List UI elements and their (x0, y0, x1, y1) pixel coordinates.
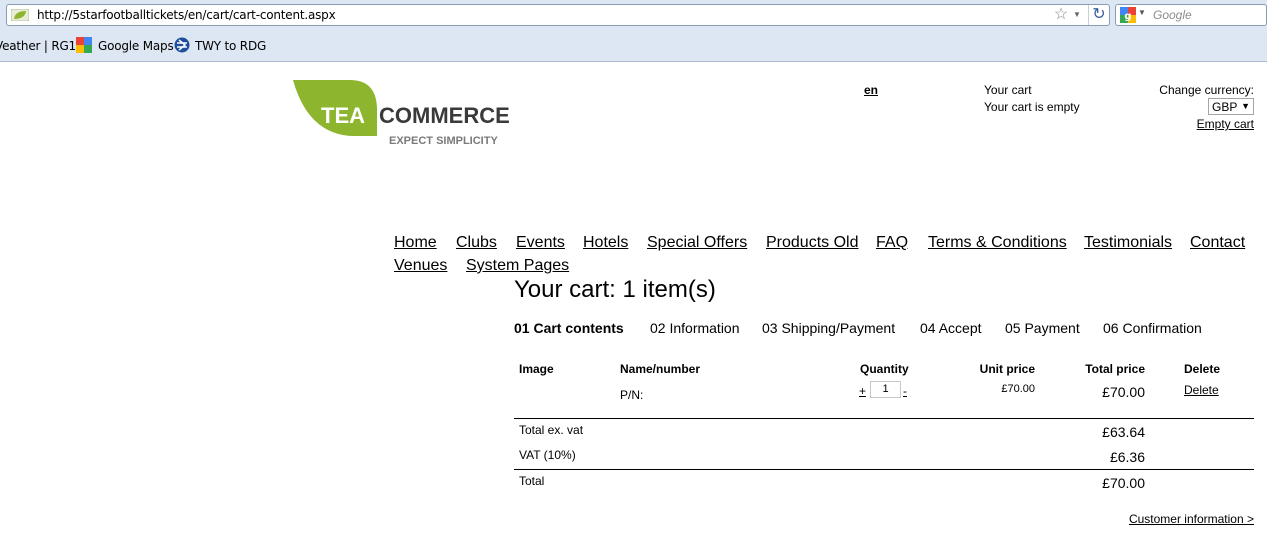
google-search-engine-icon[interactable]: g (1120, 7, 1136, 23)
column-header-image: Image (519, 362, 554, 376)
search-box[interactable]: g ▼ Google (1115, 4, 1267, 26)
customer-information-link[interactable]: Customer information > (1129, 512, 1254, 526)
address-bar[interactable]: http://5starfootballtickets/en/cart/cart… (6, 4, 1110, 26)
nav-clubs[interactable]: Clubs (456, 231, 497, 254)
chevron-down-icon: ▼ (1241, 101, 1250, 111)
part-number-label: P/N: (620, 388, 644, 402)
bookmark-google-maps[interactable]: Google Maps (98, 39, 174, 53)
url-text[interactable]: http://5starfootballtickets/en/cart/cart… (37, 8, 336, 22)
nav-system-pages[interactable]: System Pages (466, 254, 569, 277)
step-information[interactable]: 02 Information (650, 320, 740, 336)
tea-commerce-logo[interactable]: TEA COMMERCE EXPECT SIMPLICITY (292, 80, 514, 150)
currency-label: Change currency: (1159, 83, 1254, 97)
bookmark-star-icon[interactable]: ☆ (1052, 6, 1070, 24)
rail-icon (174, 37, 190, 53)
column-header-unit-price: Unit price (979, 362, 1035, 376)
svg-text:TEA: TEA (321, 103, 365, 128)
currency-select[interactable]: GBP ▼ (1208, 98, 1254, 115)
currency-value: GBP (1212, 100, 1238, 114)
grand-total-label: Total (519, 474, 545, 488)
vat-label: VAT (10%) (519, 448, 576, 462)
mini-cart-title: Your cart (984, 83, 1032, 97)
step-payment[interactable]: 05 Payment (1005, 320, 1080, 336)
bookmark-weather[interactable]: Veather | RG10 (0, 39, 84, 53)
column-header-quantity: Quantity (860, 362, 909, 376)
grand-total-value: £70.00 (1102, 475, 1145, 491)
column-header-name: Name/number (620, 362, 701, 376)
nav-contact[interactable]: Contact (1190, 231, 1245, 254)
quantity-input[interactable]: 1 (870, 381, 901, 398)
step-confirmation[interactable]: 06 Confirmation (1103, 320, 1202, 336)
empty-cart-link[interactable]: Empty cart (1197, 117, 1254, 131)
nav-events[interactable]: Events (516, 231, 565, 254)
site-favicon-icon (11, 9, 29, 21)
nav-testimonials[interactable]: Testimonials (1084, 231, 1172, 254)
mini-cart-status: Your cart is empty (984, 100, 1080, 114)
column-header-delete: Delete (1184, 362, 1221, 376)
step-accept[interactable]: 04 Accept (920, 320, 982, 336)
total-price-value: £70.00 (1102, 384, 1145, 400)
total-ex-vat-value: £63.64 (1102, 424, 1145, 440)
column-header-total-price: Total price (1085, 362, 1145, 376)
quantity-increase-button[interactable]: + (859, 384, 866, 398)
bookmark-twy-to-rdg[interactable]: TWY to RDG (195, 39, 266, 53)
svg-text:g: g (1124, 11, 1131, 22)
total-ex-vat-label: Total ex. vat (519, 423, 584, 437)
nav-faq[interactable]: FAQ (876, 231, 908, 254)
google-maps-icon (76, 37, 92, 53)
step-shipping-payment[interactable]: 03 Shipping/Payment (762, 320, 895, 336)
vat-value: £6.36 (1109, 449, 1145, 465)
browser-toolbar: http://5starfootballtickets/en/cart/cart… (0, 0, 1267, 62)
search-input[interactable]: Google (1153, 8, 1192, 22)
svg-text:EXPECT SIMPLICITY: EXPECT SIMPLICITY (389, 135, 498, 147)
nav-home[interactable]: Home (394, 231, 437, 254)
nav-special-offers[interactable]: Special Offers (647, 231, 747, 254)
nav-terms-conditions[interactable]: Terms & Conditions (928, 231, 1067, 254)
nav-venues[interactable]: Venues (394, 254, 447, 277)
language-link[interactable]: en (864, 83, 878, 97)
bookmarks-bar: Veather | RG10 Google Maps TWY to RDG (0, 35, 1267, 57)
search-engine-dropdown-icon[interactable]: ▼ (1138, 8, 1146, 17)
divider (514, 469, 1254, 470)
divider (514, 418, 1254, 419)
delete-item-link[interactable]: Delete (1184, 383, 1219, 397)
quantity-decrease-button[interactable]: - (903, 384, 907, 398)
page-title: Your cart: 1 item(s) (514, 276, 716, 303)
svg-text:COMMERCE: COMMERCE (379, 103, 510, 128)
nav-hotels[interactable]: Hotels (583, 231, 628, 254)
history-dropdown-icon[interactable]: ▼ (1073, 6, 1083, 24)
step-cart-contents: 01 Cart contents (514, 320, 624, 336)
reload-icon[interactable]: ↻ (1088, 5, 1109, 25)
nav-products-old[interactable]: Products Old (766, 231, 858, 254)
unit-price-value: £70.00 (1001, 383, 1035, 395)
